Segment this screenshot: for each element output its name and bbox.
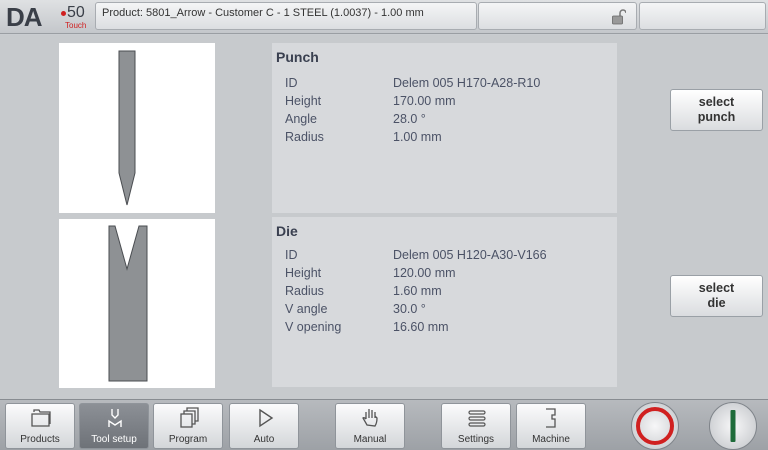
select-die-button[interactable]: select die <box>670 275 763 317</box>
row-value: 1.00 mm <box>393 130 442 144</box>
unlocked-padlock-icon <box>612 9 626 25</box>
footer-nav: Products Tool setup Program Auto Manual <box>0 399 768 450</box>
die-drawing <box>108 225 148 382</box>
da50-logo: DA 50 Touch <box>4 2 92 32</box>
die-title: Die <box>276 223 298 239</box>
row-key: Height <box>285 94 322 108</box>
row-value: 28.0 ° <box>393 112 426 126</box>
tab-auto[interactable]: Auto <box>229 403 299 449</box>
select-punch-label-1: select <box>698 95 735 109</box>
row-key: V angle <box>285 302 328 316</box>
play-icon <box>259 408 274 428</box>
logo-text: DA <box>6 2 43 32</box>
start-button[interactable] <box>709 402 757 450</box>
tool-setup-main: Punch ID Delem 005 H170-A28-R10 Height 1… <box>0 35 768 399</box>
tab-label: Program <box>168 434 208 445</box>
row-value: Delem 005 H120-A30-V166 <box>393 248 547 262</box>
tab-settings[interactable]: Settings <box>441 403 511 449</box>
tab-program[interactable]: Program <box>153 403 223 449</box>
tab-label: Manual <box>353 434 387 445</box>
pages-icon <box>180 407 199 428</box>
tab-products[interactable]: Products <box>5 403 75 449</box>
header-bar: DA 50 Touch Product: 5801_Arrow - Custom… <box>0 0 768 34</box>
row-value: 16.60 mm <box>393 320 449 334</box>
tab-label: Settings <box>457 434 495 445</box>
select-punch-button[interactable]: select punch <box>670 89 763 131</box>
logo-dot <box>61 11 66 16</box>
tab-manual[interactable]: Manual <box>335 403 405 449</box>
row-value: 1.60 mm <box>393 284 442 298</box>
start-icon <box>730 410 736 442</box>
tool-setup-icon <box>108 409 122 427</box>
logo-model: 50 <box>67 4 85 21</box>
row-key: ID <box>285 76 298 90</box>
row-value: Delem 005 H170-A28-R10 <box>393 76 541 90</box>
logo-sub: Touch <box>65 21 87 30</box>
row-key: Angle <box>285 112 317 126</box>
folder-icon <box>31 409 51 427</box>
select-die-label-1: select <box>698 281 735 295</box>
settings-list-icon <box>468 410 486 427</box>
die-info-panel: Die ID Delem 005 H120-A30-V166 Height 12… <box>272 217 617 387</box>
tab-tool-setup[interactable]: Tool setup <box>79 403 149 449</box>
select-punch-label-2: punch <box>697 110 736 124</box>
punch-drawing <box>118 50 136 206</box>
punch-image <box>59 43 215 213</box>
product-title: Product: 5801_Arrow - Customer C - 1 STE… <box>95 2 477 30</box>
tab-label: Machine <box>532 434 570 445</box>
tab-label: Auto <box>253 434 275 445</box>
lock-button[interactable] <box>478 2 637 30</box>
row-value: 30.0 ° <box>393 302 426 316</box>
die-image <box>59 219 215 388</box>
row-value: 120.00 mm <box>393 266 456 280</box>
punch-title: Punch <box>276 49 319 65</box>
stop-button[interactable] <box>631 402 679 450</box>
status-box <box>639 2 766 30</box>
row-key: Radius <box>285 284 324 298</box>
tab-label: Products <box>20 434 60 445</box>
tab-machine[interactable]: Machine <box>516 403 586 449</box>
tab-label: Tool setup <box>91 434 137 445</box>
stop-icon <box>636 407 674 445</box>
hand-icon <box>362 409 378 427</box>
select-die-label-2: die <box>707 296 726 310</box>
punch-info-panel: Punch ID Delem 005 H170-A28-R10 Height 1… <box>272 43 617 213</box>
row-value: 170.00 mm <box>393 94 456 108</box>
row-key: ID <box>285 248 298 262</box>
row-key: Height <box>285 266 322 280</box>
machine-icon <box>546 408 556 428</box>
row-key: Radius <box>285 130 324 144</box>
row-key: V opening <box>285 320 342 334</box>
